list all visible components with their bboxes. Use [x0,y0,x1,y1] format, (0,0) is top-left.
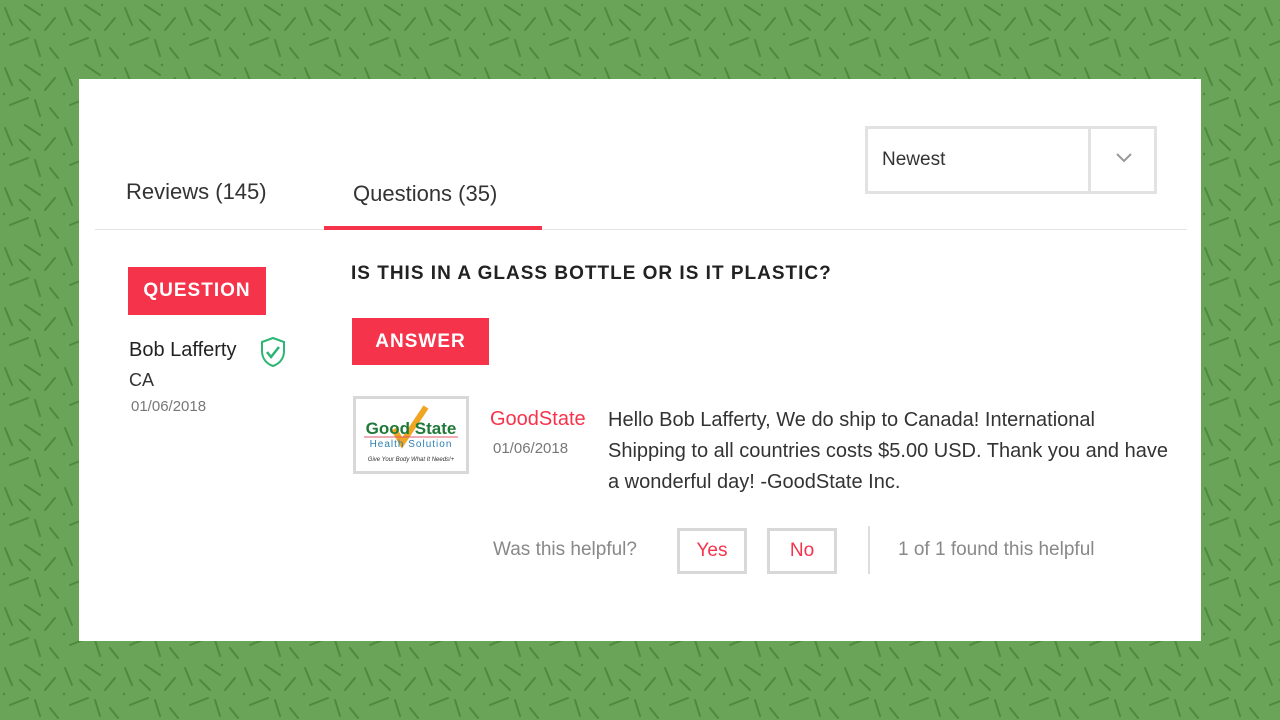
helpful-prompt: Was this helpful? [493,539,637,560]
goodstate-logo: Good State Health Solution Give Your Bod… [353,396,469,474]
sort-value: Newest [882,149,946,170]
question-date: 01/06/2018 [131,398,207,415]
question-location: CA [129,370,155,390]
svg-text:Health Solution: Health Solution [370,439,453,450]
svg-text:Good State: Good State [366,419,457,438]
helpful-count: 1 of 1 found this helpful [898,539,1095,560]
question-badge: QUESTION [128,267,266,315]
helpful-yes-button[interactable]: Yes [677,528,747,574]
sort-dropdown[interactable]: Newest [865,126,1157,194]
answer-date: 01/06/2018 [493,440,569,457]
tab-reviews[interactable]: Reviews (145) [126,179,267,205]
chevron-down-icon [1116,153,1132,163]
helpful-divider [868,526,870,574]
answer-badge: ANSWER [352,318,489,365]
question-author: Bob Lafferty [129,339,237,361]
dropdown-divider [1088,129,1091,191]
active-tab-indicator [324,226,542,230]
answer-author: GoodState [490,408,586,430]
tab-divider [95,229,1187,230]
question-title: IS THIS IN A GLASS BOTTLE OR IS IT PLAST… [351,263,832,284]
svg-text:Give Your Body What It Needs!+: Give Your Body What It Needs!+ [368,457,455,463]
shield-check-icon [261,336,285,368]
qa-panel: Reviews (145) Questions (35) Newest QUES… [79,79,1201,641]
answer-text: Hello Bob Lafferty, We do ship to Canada… [608,409,1168,493]
tab-questions[interactable]: Questions (35) [353,181,497,207]
helpful-no-button[interactable]: No [767,528,837,574]
